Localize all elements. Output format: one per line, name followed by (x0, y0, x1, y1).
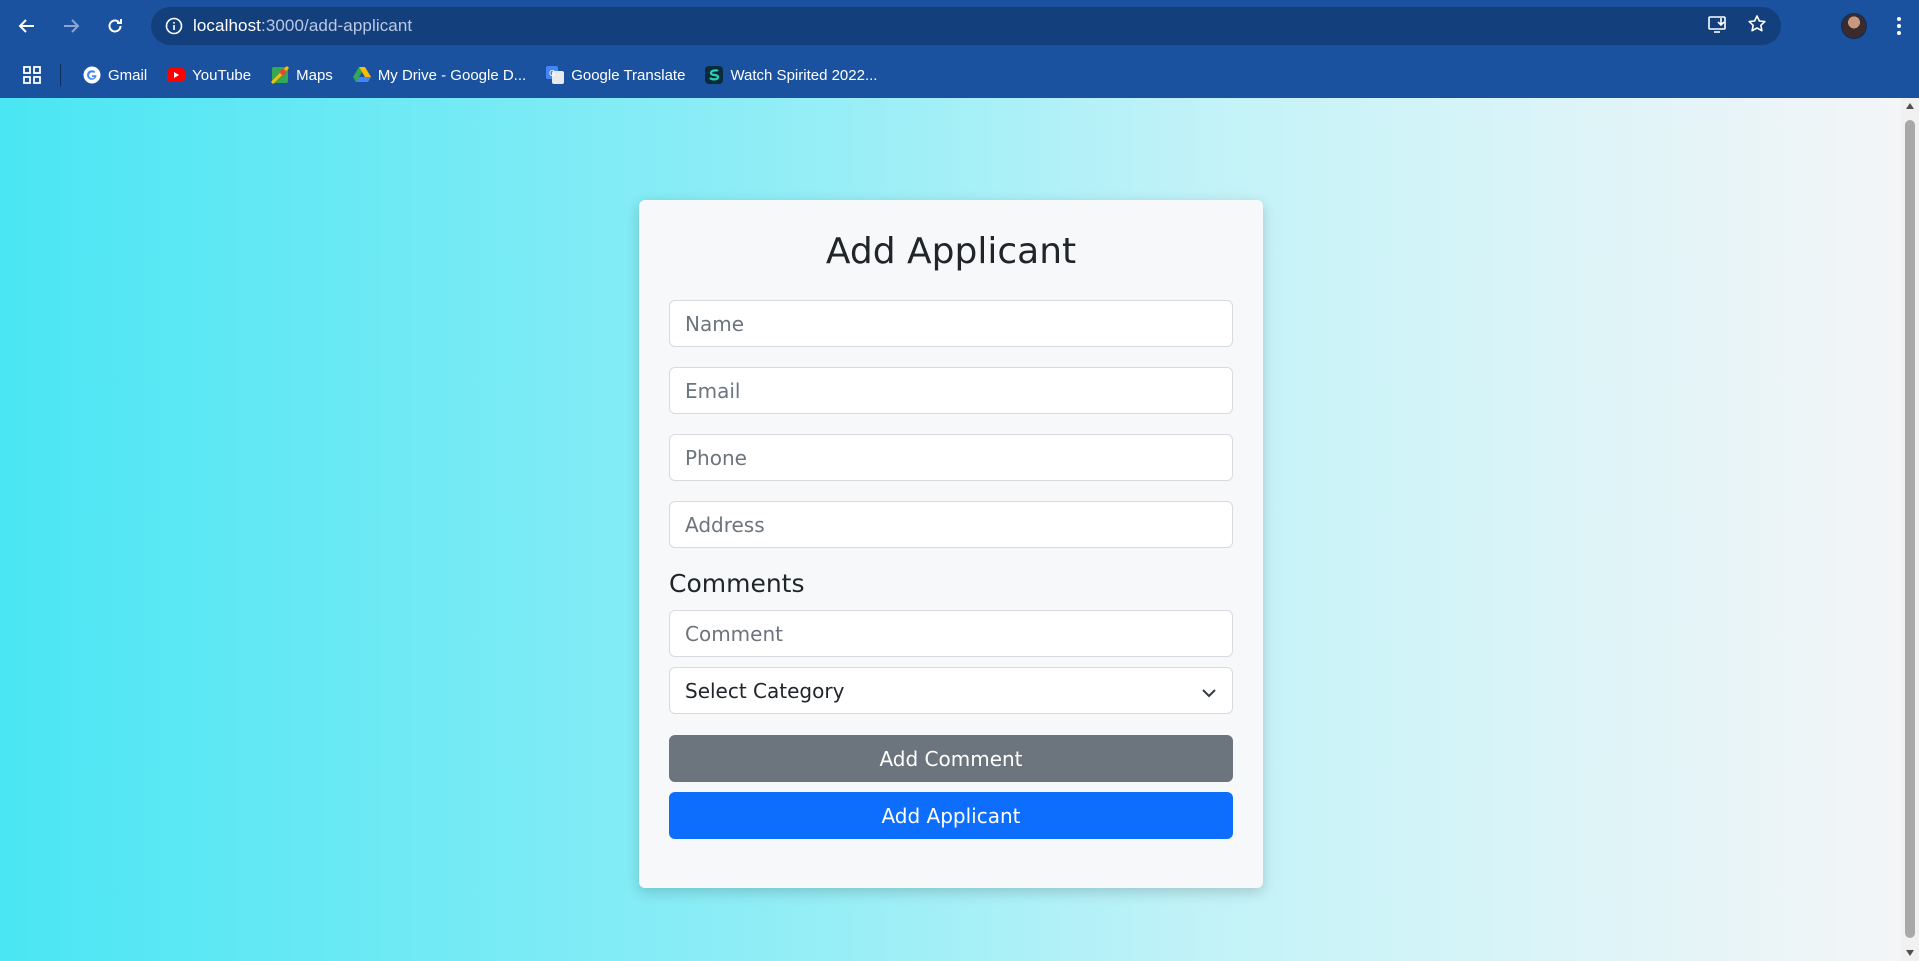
chevron-down-icon (1201, 682, 1217, 706)
bookmark-spirited[interactable]: Watch Spirited 2022... (695, 59, 887, 91)
youtube-icon (167, 66, 186, 84)
google-icon (83, 66, 101, 84)
add-applicant-button[interactable]: Add Applicant (669, 792, 1233, 839)
scroll-up-arrow-icon[interactable] (1901, 98, 1919, 114)
comments-heading: Comments (669, 569, 805, 598)
bookmark-label: Google Translate (571, 66, 686, 84)
bookmark-label: Maps (296, 66, 333, 84)
url-host: localhost (193, 16, 261, 35)
bookmark-label: My Drive - Google D... (377, 66, 527, 84)
bookmarks-separator (60, 64, 61, 86)
email-input[interactable] (669, 367, 1233, 414)
address-input[interactable] (669, 501, 1233, 548)
address-bar[interactable]: localhost:3000/add-applicant (151, 7, 1781, 45)
browser-menu-icon[interactable] (1885, 8, 1913, 44)
comment-input[interactable] (669, 610, 1233, 657)
bookmark-label: YouTube (192, 66, 252, 84)
svg-text:G: G (549, 69, 555, 78)
forward-arrow-icon (64, 19, 80, 33)
browser-chrome: localhost:3000/add-applicant Gmail YouTu… (0, 0, 1919, 98)
install-app-icon[interactable] (1707, 14, 1729, 39)
maps-icon (271, 66, 290, 84)
bookmarks-bar: Gmail YouTube Maps My Drive - Google D..… (0, 52, 1919, 98)
bookmark-translate[interactable]: G Google Translate (536, 59, 695, 91)
page-title: Add Applicant (825, 231, 1077, 272)
profile-avatar[interactable] (1841, 13, 1867, 39)
scroll-down-arrow-icon[interactable] (1901, 945, 1919, 961)
phone-input[interactable] (669, 434, 1233, 481)
category-select-box[interactable]: Select Category (669, 667, 1233, 714)
category-selected-value: Select Category (685, 678, 845, 703)
drive-icon (352, 66, 371, 84)
apps-grid-icon[interactable] (16, 59, 48, 91)
category-select[interactable]: Select Category (669, 667, 1233, 714)
back-arrow-icon (18, 19, 34, 33)
vertical-scrollbar[interactable] (1901, 98, 1919, 961)
url-text: localhost:3000/add-applicant (193, 16, 412, 36)
site-s-icon (705, 66, 724, 84)
site-info-icon[interactable] (155, 17, 193, 35)
bookmark-label: Gmail (108, 66, 148, 84)
reload-icon (108, 19, 122, 33)
add-comment-button[interactable]: Add Comment (669, 735, 1233, 782)
forward-button[interactable] (53, 8, 89, 44)
scrollbar-thumb[interactable] (1905, 120, 1915, 938)
translate-icon: G (546, 66, 565, 84)
reload-button[interactable] (97, 8, 133, 44)
bookmark-youtube[interactable]: YouTube (157, 59, 261, 91)
bookmark-drive[interactable]: My Drive - Google D... (343, 59, 536, 91)
bookmark-star-icon[interactable] (1747, 14, 1767, 39)
url-path: :3000/add-applicant (261, 16, 413, 35)
bookmark-label: Watch Spirited 2022... (730, 66, 878, 84)
add-applicant-card: Add Applicant Comments Select Category A… (639, 200, 1263, 888)
name-input[interactable] (669, 300, 1233, 347)
bookmark-maps[interactable]: Maps (261, 59, 343, 91)
page-background: Add Applicant Comments Select Category A… (0, 98, 1901, 961)
bookmark-gmail[interactable]: Gmail (73, 59, 157, 91)
back-button[interactable] (9, 8, 45, 44)
